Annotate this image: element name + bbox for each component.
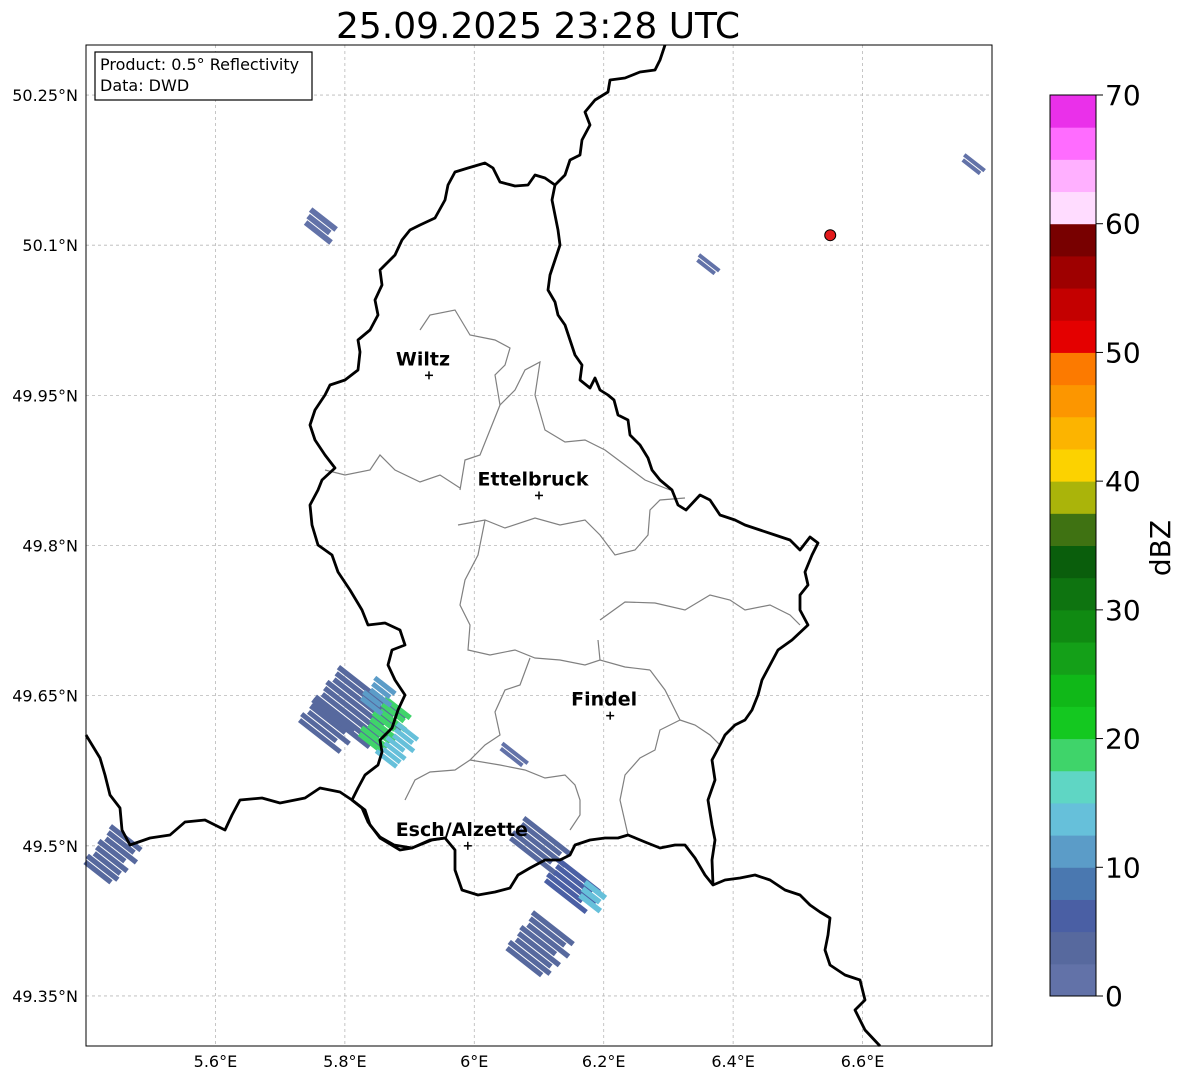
colorbar-tick-label: 40: [1105, 465, 1141, 498]
colorbar-band: [1050, 191, 1096, 225]
colorbar-band: [1050, 223, 1096, 257]
longitude-tick-labels: 5.6°E 5.8°E 6°E 6.2°E 6.4°E 6.6°E: [194, 1052, 885, 1071]
colorbar-band: [1050, 545, 1096, 579]
latitude-tick-label: 49.95°N: [12, 386, 78, 405]
colorbar-band: [1050, 255, 1096, 289]
colorbar-band: [1050, 577, 1096, 611]
longitude-tick-label: 5.6°E: [194, 1052, 238, 1071]
colorbar-tick-label: 60: [1105, 208, 1141, 241]
colorbar-band: [1050, 963, 1096, 997]
latitude-tick-label: 49.8°N: [22, 537, 78, 556]
colorbar-band: [1050, 706, 1096, 740]
colorbar-band: [1050, 802, 1096, 836]
colorbar-band: [1050, 642, 1096, 675]
colorbar-band: [1050, 481, 1096, 514]
info-box: Product: 0.5° Reflectivity Data: DWD: [94, 51, 313, 101]
colorbar-band: [1050, 931, 1096, 965]
colorbar-tick-label: 10: [1105, 851, 1141, 884]
longitude-tick-label: 6.4°E: [711, 1052, 755, 1071]
colorbar-band: [1050, 320, 1096, 353]
latitude-tick-label: 50.25°N: [12, 86, 78, 105]
colorbar-band: [1050, 416, 1096, 450]
colorbar-band: [1050, 513, 1096, 546]
colorbar: 0 10 20 30 40 50 60 70 dBZ: [1049, 79, 1177, 1013]
radar-site-marker: [824, 229, 837, 242]
colorbar-band: [1050, 288, 1096, 321]
colorbar-tick-label: 20: [1105, 723, 1141, 756]
longitude-tick-label: 6.2°E: [582, 1052, 626, 1071]
colorbar-band: [1050, 448, 1096, 482]
info-product-label: Product: 0.5° Reflectivity: [100, 55, 299, 74]
colorbar-band: [1050, 352, 1096, 386]
city-label: Ettelbruck: [478, 468, 589, 490]
longitude-tick-label: 6°E: [460, 1052, 488, 1071]
latitude-tick-label: 50.1°N: [22, 236, 78, 255]
city-label: Wiltz: [396, 348, 450, 370]
longitude-tick-label: 5.8°E: [323, 1052, 367, 1071]
latitude-tick-labels: 50.25°N 50.1°N 49.95°N 49.8°N 49.65°N 49.5°N 4…: [12, 86, 78, 1006]
latitude-tick-label: 49.65°N: [12, 687, 78, 706]
colorbar-label: dBZ: [1144, 520, 1177, 576]
colorbar-band: [1050, 674, 1096, 707]
colorbar-band: [1050, 159, 1096, 193]
colorbar-tick-label: 50: [1105, 336, 1141, 369]
city-label: Esch/Alzette: [396, 819, 528, 841]
colorbar-band: [1050, 95, 1096, 128]
colorbar-band: [1050, 609, 1096, 643]
latitude-tick-label: 49.35°N: [12, 987, 78, 1006]
info-data-source-label: Data: DWD: [100, 76, 189, 95]
colorbar-band: [1050, 127, 1096, 160]
map-axes: Wiltz Ettelbruck Findel Esch/Alzette Produc…: [83, 44, 993, 1047]
colorbar-band: [1050, 835, 1096, 868]
colorbar-band: [1050, 867, 1096, 900]
latitude-tick-label: 49.5°N: [22, 837, 78, 856]
colorbar-band: [1050, 770, 1096, 804]
colorbar-bands: [1050, 95, 1096, 997]
colorbar-tick-label: 70: [1105, 79, 1141, 112]
map-title: 25.09.2025 23:28 UTC: [336, 6, 740, 47]
colorbar-band: [1050, 384, 1096, 418]
city-label: Findel: [571, 689, 637, 711]
colorbar-ticks: 0 10 20 30 40 50 60 70: [1096, 79, 1141, 1013]
colorbar-tick-label: 0: [1105, 980, 1123, 1013]
colorbar-band: [1050, 899, 1096, 933]
longitude-tick-label: 6.6°E: [841, 1052, 885, 1071]
colorbar-band: [1050, 738, 1096, 772]
radar-map-figure: 25.09.2025 23:28 UTC Wiltz Ettelbruck Find…: [12, 6, 1177, 1071]
colorbar-tick-label: 30: [1105, 594, 1141, 627]
